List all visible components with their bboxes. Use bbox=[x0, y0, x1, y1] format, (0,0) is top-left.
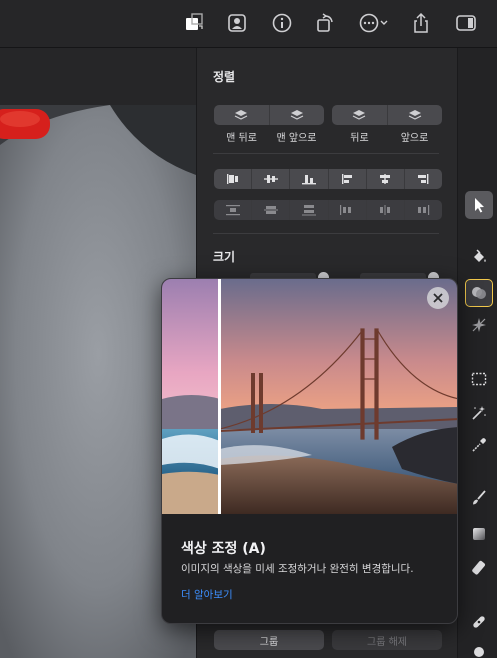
distribute-icon bbox=[301, 205, 316, 216]
distribute-group bbox=[214, 200, 442, 220]
layers-icon bbox=[290, 110, 304, 120]
eyedropper-icon[interactable] bbox=[465, 431, 493, 459]
rotate-icon[interactable] bbox=[311, 9, 339, 37]
close-popover-button[interactable] bbox=[427, 287, 449, 309]
align-top-button[interactable] bbox=[329, 169, 367, 189]
color-adjust-popover: 색상 조정 (A) 이미지의 색상을 미세 조정하거나 완전히 변경합니다. 더… bbox=[161, 278, 458, 624]
arrange-title: 정렬 bbox=[213, 70, 236, 84]
clone-stamp-icon[interactable] bbox=[465, 638, 493, 658]
popover-title: 색상 조정 (A) bbox=[181, 541, 266, 557]
align-bottom-button[interactable] bbox=[405, 169, 442, 189]
before-after-preview-image bbox=[162, 279, 457, 514]
color-adjust-icon[interactable] bbox=[465, 279, 493, 307]
bring-forward-button[interactable] bbox=[388, 105, 443, 125]
canvas-header bbox=[0, 48, 196, 105]
distribute-button-5[interactable] bbox=[367, 200, 405, 220]
arrow-select-icon[interactable] bbox=[465, 191, 493, 219]
distribute-icon bbox=[225, 205, 240, 216]
arrange-back-group bbox=[214, 105, 324, 125]
align-right-button[interactable] bbox=[290, 169, 329, 189]
distribute-button-3[interactable] bbox=[290, 200, 329, 220]
bandage-icon[interactable] bbox=[465, 608, 493, 636]
sidebar-icon[interactable] bbox=[452, 9, 480, 37]
bring-forward-label: 앞으로 bbox=[400, 133, 429, 144]
divider bbox=[213, 233, 439, 234]
send-to-back-label: 맨 뒤로 bbox=[226, 133, 257, 144]
sparkle-icon[interactable] bbox=[465, 311, 493, 339]
distribute-button-1[interactable] bbox=[214, 200, 253, 220]
align-center-icon bbox=[263, 175, 278, 183]
divider bbox=[213, 153, 439, 154]
distribute-icon bbox=[340, 205, 352, 215]
send-backward-button[interactable] bbox=[332, 105, 388, 125]
align-left-icon bbox=[226, 174, 238, 184]
align-top-icon bbox=[342, 174, 353, 184]
distribute-button-2[interactable] bbox=[252, 200, 291, 220]
gradient-icon[interactable] bbox=[465, 520, 493, 548]
layers-icon bbox=[408, 110, 422, 120]
rect-select-icon[interactable] bbox=[465, 365, 493, 393]
layers-icon bbox=[234, 110, 248, 120]
align-group bbox=[214, 169, 442, 189]
align-center-button[interactable] bbox=[252, 169, 291, 189]
top-toolbar bbox=[0, 0, 497, 48]
bring-to-front-label: 맨 앞으로 bbox=[276, 133, 317, 144]
layers-icon bbox=[352, 110, 366, 120]
align-left-button[interactable] bbox=[214, 169, 253, 189]
magic-wand-icon[interactable] bbox=[465, 399, 493, 427]
align-bottom-icon bbox=[301, 175, 316, 185]
info-icon[interactable] bbox=[268, 9, 296, 37]
send-to-back-button[interactable] bbox=[214, 105, 270, 125]
ungroup-button[interactable]: 그룹 해제 bbox=[332, 630, 442, 650]
align-middle-button[interactable] bbox=[367, 169, 405, 189]
size-title: 크기 bbox=[213, 250, 236, 264]
swap-colors-icon[interactable] bbox=[181, 9, 209, 37]
align-middle-icon bbox=[380, 174, 391, 184]
popover-description: 이미지의 색상을 미세 조정하거나 완전히 변경합니다. bbox=[181, 563, 414, 575]
paint-bucket-icon[interactable] bbox=[465, 243, 493, 271]
distribute-icon bbox=[263, 206, 278, 214]
share-icon[interactable] bbox=[407, 9, 435, 37]
distribute-button-6[interactable] bbox=[405, 200, 442, 220]
send-backward-label: 뒤로 bbox=[350, 133, 369, 144]
learn-more-link[interactable]: 더 알아보기 bbox=[181, 587, 233, 602]
bring-to-front-button[interactable] bbox=[270, 105, 325, 125]
distribute-icon bbox=[380, 205, 391, 215]
brush-icon[interactable] bbox=[465, 484, 493, 512]
distribute-icon bbox=[418, 205, 430, 215]
arrange-step-group bbox=[332, 105, 442, 125]
close-icon bbox=[433, 293, 443, 303]
align-right-icon bbox=[418, 174, 429, 184]
tools-bar bbox=[457, 48, 497, 658]
group-button[interactable]: 그룹 bbox=[214, 630, 324, 650]
eraser-icon[interactable] bbox=[465, 554, 493, 582]
more-icon[interactable] bbox=[355, 9, 391, 37]
distribute-button-4[interactable] bbox=[329, 200, 367, 220]
person-icon[interactable] bbox=[223, 9, 251, 37]
